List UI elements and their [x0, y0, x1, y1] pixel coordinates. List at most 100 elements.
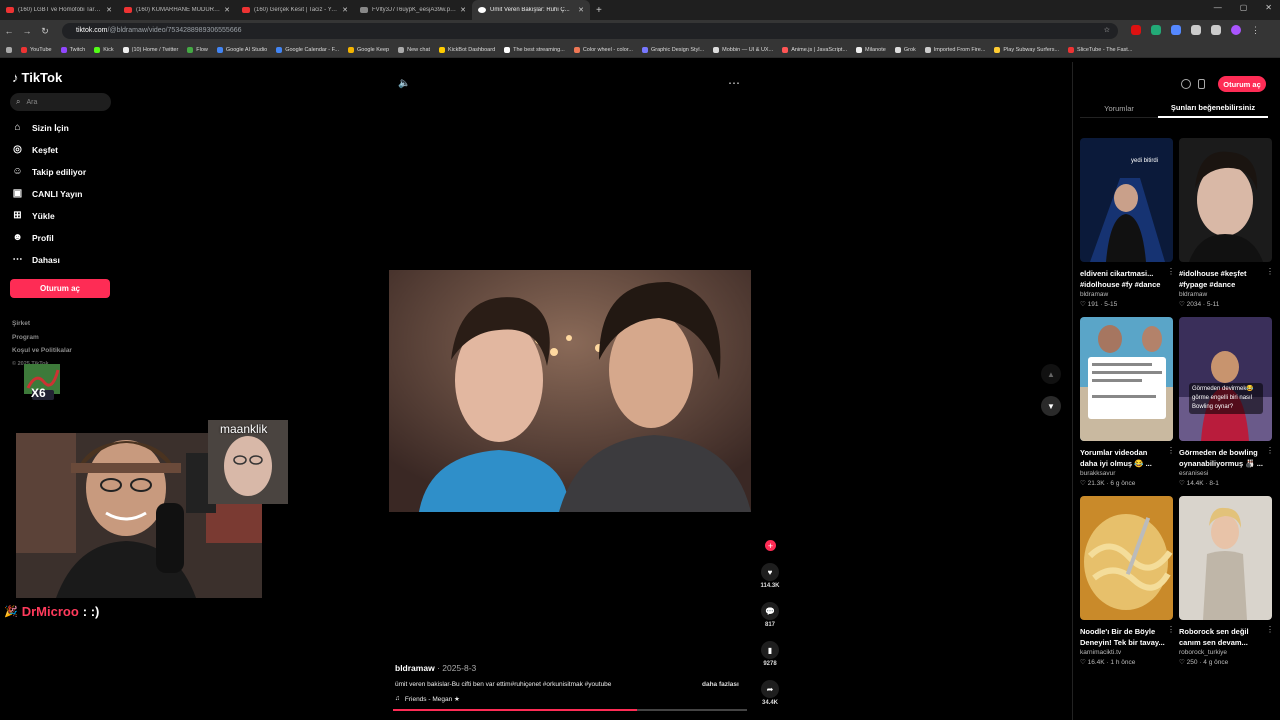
- card-title[interactable]: Yorumlar videodan daha iyi olmuş 😂 ...: [1080, 447, 1166, 469]
- card-username[interactable]: roborock_turkiye: [1179, 649, 1272, 656]
- recommended-video-card[interactable]: Yorumlar videodan daha iyi olmuş 😂 ... b…: [1080, 317, 1175, 487]
- like-action[interactable]: ♥ 114.3K: [760, 563, 780, 589]
- video-player[interactable]: [389, 270, 751, 512]
- bookmark-item[interactable]: SliceTube - The Fast...: [1068, 46, 1132, 53]
- sidebar-login-button[interactable]: Oturum aç: [10, 279, 110, 298]
- card-menu-icon[interactable]: ⋮: [1266, 446, 1274, 455]
- card-menu-icon[interactable]: ⋮: [1167, 267, 1175, 276]
- card-username[interactable]: bldramaw: [1179, 291, 1272, 298]
- close-tab-icon[interactable]: ✕: [224, 6, 230, 14]
- video-progress-bar[interactable]: [393, 709, 747, 711]
- comment-icon[interactable]: 💬: [761, 602, 779, 620]
- back-icon[interactable]: ←: [0, 26, 18, 36]
- sidebar-item-upload[interactable]: ⊞ Yükle: [12, 210, 54, 221]
- previous-video-button[interactable]: ▲: [1041, 364, 1061, 384]
- sidebar-item-more[interactable]: ⋯ Dahası: [12, 254, 60, 265]
- card-title[interactable]: eldiveni cikartmasi... #idolhouse #fy #d…: [1080, 268, 1166, 290]
- card-menu-icon[interactable]: ⋮: [1167, 446, 1175, 455]
- new-tab-button[interactable]: +: [596, 5, 602, 16]
- bookmark-item[interactable]: The best streaming...: [504, 46, 565, 53]
- tiktok-logo[interactable]: ♪ TikTok: [12, 70, 62, 85]
- bookmark-item[interactable]: Anime.js | JavaScript...: [782, 46, 847, 53]
- bookmark-item[interactable]: Google AI Studio: [216, 46, 267, 53]
- recommended-video-card[interactable]: Roborock sen değil canım sen devam... ro…: [1179, 496, 1274, 666]
- browser-tab[interactable]: (160) KUMARHANE MÜDÜRÜ... ✕: [118, 0, 236, 20]
- extension-icon[interactable]: [1151, 25, 1161, 35]
- video-thumbnail[interactable]: [1179, 138, 1272, 262]
- card-username[interactable]: bldramaw: [1080, 291, 1173, 298]
- maximize-icon[interactable]: ▢: [1240, 3, 1248, 12]
- heart-icon[interactable]: ♥: [761, 563, 779, 581]
- device-icon[interactable]: [1198, 79, 1205, 89]
- header-login-button[interactable]: Oturum aç: [1218, 76, 1266, 92]
- video-thumbnail[interactable]: [1080, 496, 1173, 620]
- tab-recommended[interactable]: Şunları beğenebilirsiniz: [1158, 98, 1268, 118]
- recommended-video-card[interactable]: #idolhouse #keşfet #fypage #dance bldram…: [1179, 138, 1274, 308]
- bookmark-item[interactable]: Play Subway Surfers...: [994, 46, 1059, 53]
- recommended-video-card[interactable]: Görmeden devirmek😂 görme engelli biri na…: [1179, 317, 1274, 487]
- bookmark-item[interactable]: Twitch: [60, 46, 85, 53]
- card-username[interactable]: burakksavur: [1080, 470, 1173, 477]
- sidebar-item-user-follow[interactable]: ☺ Takip ediliyor: [12, 166, 86, 177]
- browser-tab[interactable]: (160) LGBT ve Homofobi Tartış... ✕: [0, 0, 118, 20]
- bookmark-item[interactable]: Google Keep: [348, 46, 389, 53]
- reload-icon[interactable]: ↻: [36, 26, 54, 37]
- kebab-menu-icon[interactable]: ⋮: [1251, 25, 1260, 36]
- share-action[interactable]: ➦ 34.4K: [760, 680, 780, 706]
- card-menu-icon[interactable]: ⋮: [1266, 267, 1274, 276]
- close-tab-icon[interactable]: ✕: [460, 6, 466, 14]
- card-title[interactable]: Roborock sen değil canım sen devam...: [1179, 626, 1265, 648]
- card-username[interactable]: karnimacikti.tv: [1080, 649, 1173, 656]
- sidebar-item-home[interactable]: ⌂ Sizin İçin: [12, 122, 68, 133]
- bookmark-icon[interactable]: ▮: [761, 641, 779, 659]
- bookmark-item[interactable]: Milanote: [856, 46, 886, 53]
- caption-more-link[interactable]: daha fazlası: [702, 681, 739, 688]
- footer-link[interactable]: Şirket: [12, 320, 30, 327]
- more-options-icon[interactable]: ⋯: [728, 76, 740, 90]
- bookmark-item[interactable]: Graphic Design Styl...: [641, 46, 704, 53]
- browser-tab[interactable]: FVlty3J7T6uypK_eesjA39w.png ✕: [354, 0, 472, 20]
- extension-icon[interactable]: [1131, 25, 1141, 35]
- recommended-video-card[interactable]: Noodle'ı Bir de Böyle Deneyin! Tek bir t…: [1080, 496, 1175, 666]
- sidebar-item-compass[interactable]: ◎ Keşfet: [12, 144, 58, 155]
- close-tab-icon[interactable]: ✕: [106, 6, 112, 14]
- sidebar-item-profile[interactable]: ☻ Profil: [12, 232, 54, 243]
- video-author[interactable]: bldramaw · 2025-8-3: [395, 663, 476, 673]
- close-tab-icon[interactable]: ✕: [578, 6, 584, 14]
- bookmark-item[interactable]: New chat: [398, 46, 430, 53]
- bookmark-item[interactable]: YouTube: [21, 46, 52, 53]
- tab-comments[interactable]: Yorumlar: [1080, 98, 1158, 118]
- footer-link[interactable]: Koşul ve Politikalar: [12, 347, 72, 354]
- card-menu-icon[interactable]: ⋮: [1266, 625, 1274, 634]
- bookmark-star-icon[interactable]: ☆: [1104, 23, 1110, 39]
- download-icon[interactable]: [1211, 25, 1221, 35]
- coin-icon[interactable]: [1181, 79, 1191, 89]
- card-menu-icon[interactable]: ⋮: [1167, 625, 1175, 634]
- card-title[interactable]: Noodle'ı Bir de Böyle Deneyin! Tek bir t…: [1080, 626, 1166, 648]
- apps-grid-icon[interactable]: [6, 46, 12, 53]
- music-info[interactable]: ♫ Friends - Megan ★: [395, 695, 460, 703]
- video-thumbnail[interactable]: yedi bitirdi: [1080, 138, 1173, 262]
- bookmark-item[interactable]: Google Calendar - F...: [276, 46, 339, 53]
- bookmark-item[interactable]: (10) Home / Twitter: [122, 46, 178, 53]
- speaker-icon[interactable]: 🔈: [398, 78, 410, 89]
- follow-plus-button[interactable]: +: [765, 540, 776, 551]
- close-tab-icon[interactable]: ✕: [342, 6, 348, 14]
- extension-icon[interactable]: [1171, 25, 1181, 35]
- bookmark-item[interactable]: KickBot Dashboard: [439, 46, 495, 53]
- bookmark-item[interactable]: Imported From Fire...: [924, 46, 985, 53]
- address-bar[interactable]: tiktok.com/@bldramaw/video/7534288989306…: [62, 23, 1118, 39]
- card-username[interactable]: esranisesi: [1179, 470, 1272, 477]
- close-window-icon[interactable]: ✕: [1265, 3, 1272, 12]
- profile-avatar-icon[interactable]: [1231, 25, 1241, 35]
- author-name[interactable]: bldramaw: [395, 663, 435, 673]
- bookmark-item[interactable]: Color wheel - color...: [573, 46, 633, 53]
- save-action[interactable]: ▮ 9278: [760, 641, 780, 667]
- bookmark-item[interactable]: Flow: [187, 46, 208, 53]
- card-title[interactable]: Görmeden de bowling oynanabiliyormuş 🎳 .…: [1179, 447, 1265, 469]
- browser-tab[interactable]: (160) Gerçek Kesit | Taciz - You... ✕: [236, 0, 354, 20]
- browser-tab[interactable]: Ümit Veren Bakışlar: Ruhi Ç... ✕: [472, 0, 590, 20]
- sidebar-item-live[interactable]: ▣ CANLI Yayın: [12, 188, 83, 199]
- video-thumbnail[interactable]: Görmeden devirmek😂 görme engelli biri na…: [1179, 317, 1272, 441]
- card-title[interactable]: #idolhouse #keşfet #fypage #dance: [1179, 268, 1265, 290]
